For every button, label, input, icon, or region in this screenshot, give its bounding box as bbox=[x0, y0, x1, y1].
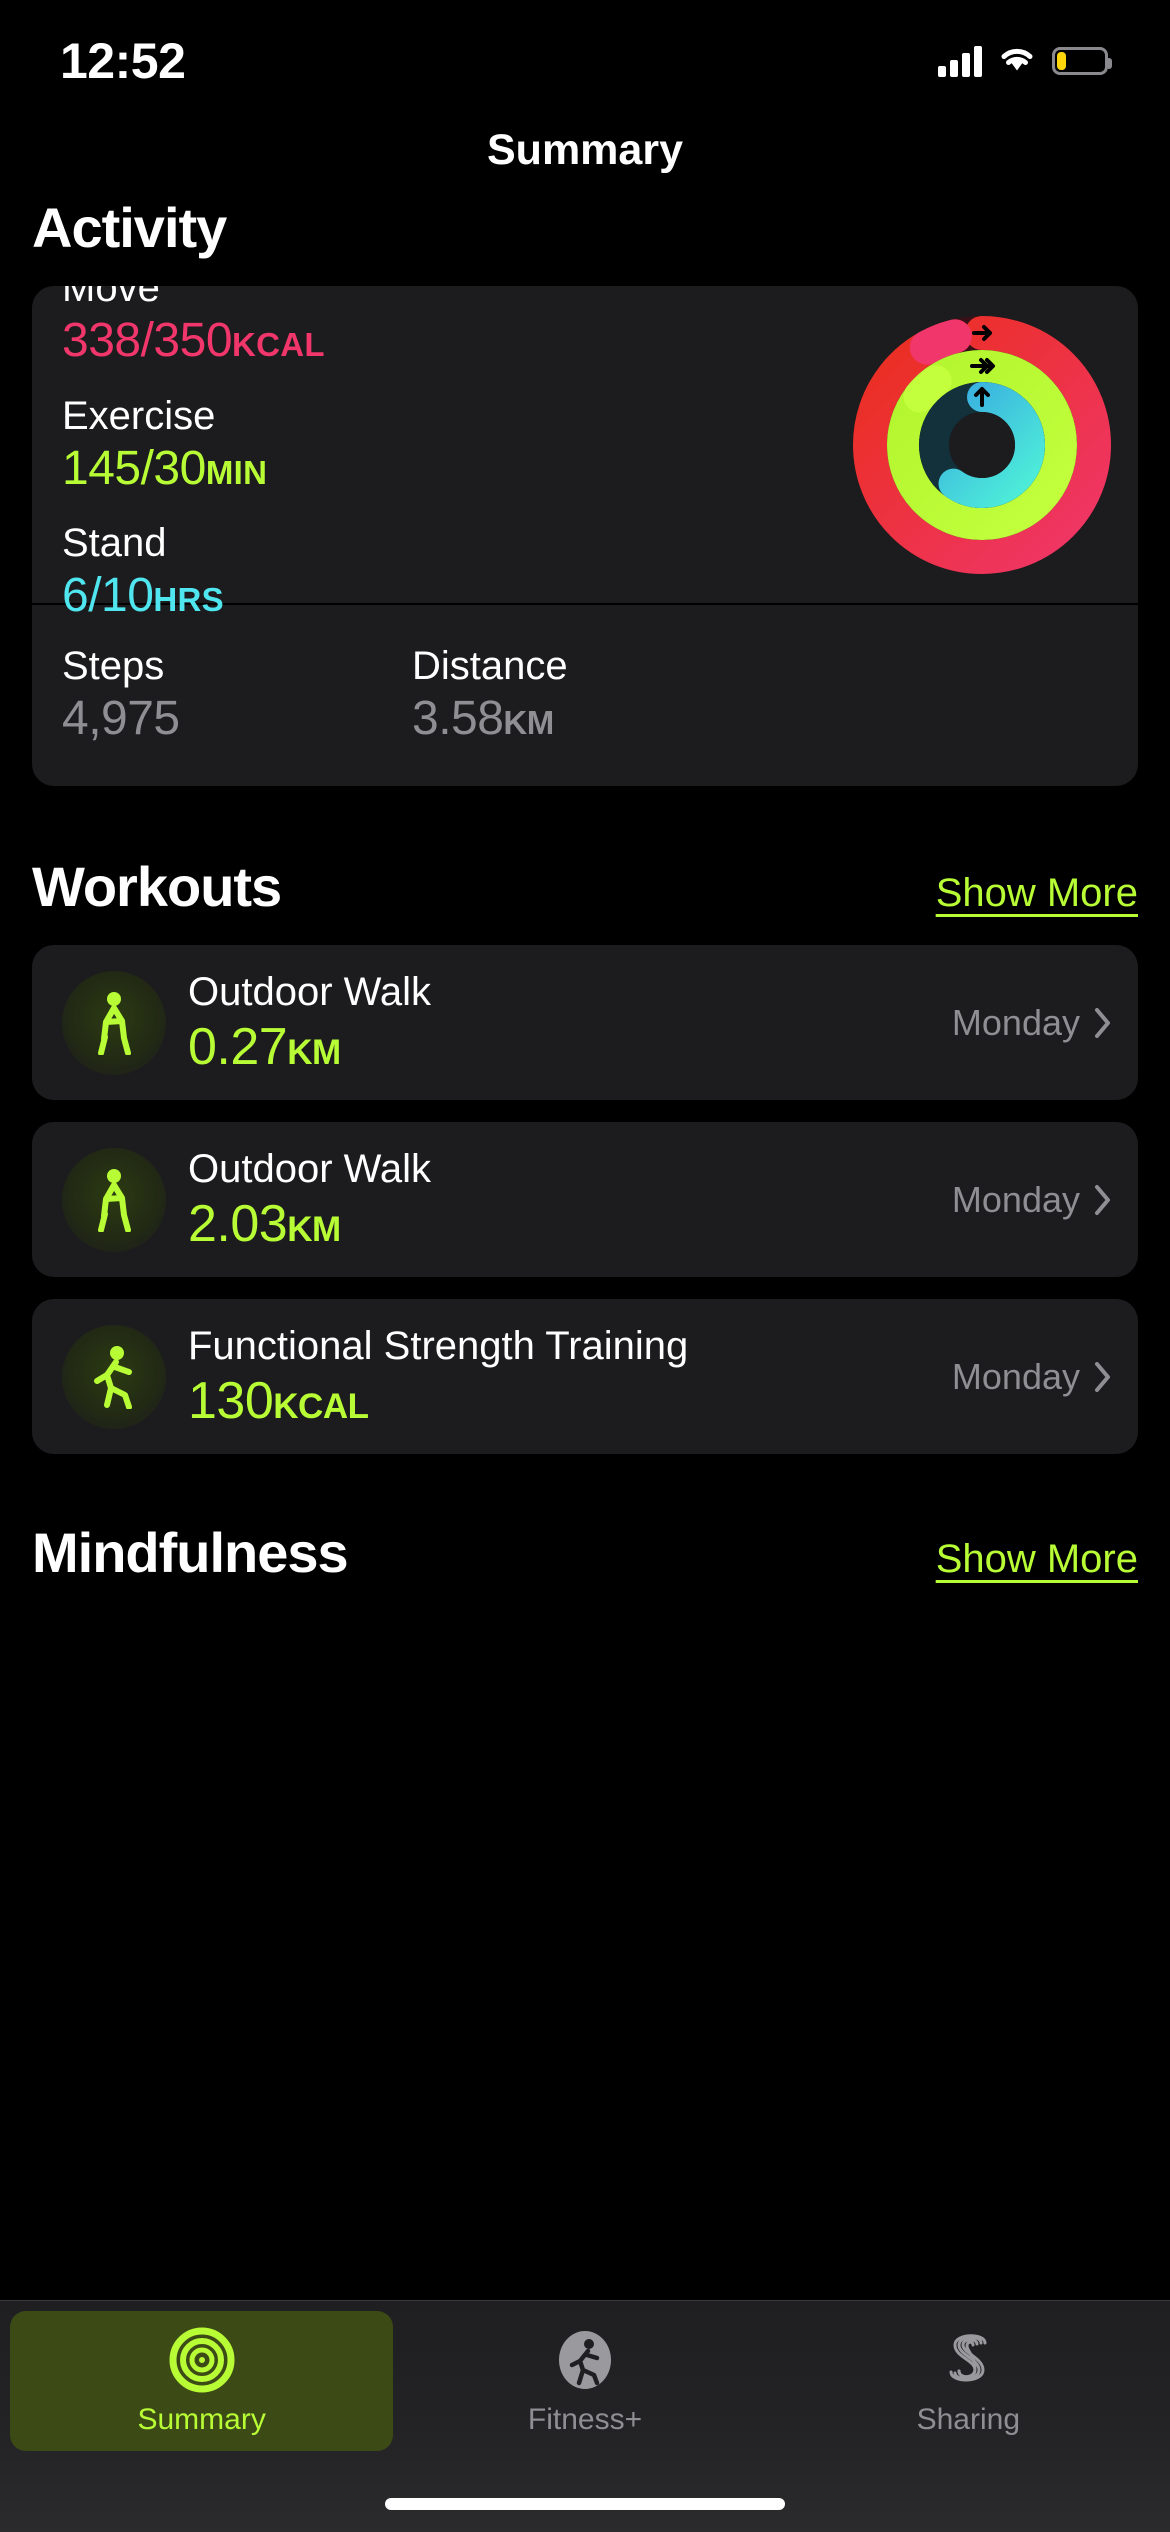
tab-sharing[interactable]: Sharing bbox=[777, 2311, 1160, 2451]
stand-label: Stand bbox=[62, 519, 325, 568]
tab-label-fitness-plus: Fitness+ bbox=[528, 2403, 642, 2437]
chevron-right-icon bbox=[1094, 1007, 1112, 1039]
distance-value: 3.58 bbox=[412, 692, 503, 745]
running-person-icon bbox=[62, 1325, 166, 1429]
workout-day: Monday bbox=[952, 1179, 1080, 1221]
workout-day: Monday bbox=[952, 1356, 1080, 1398]
workout-text: Outdoor Walk 0.27KM bbox=[188, 967, 952, 1078]
activity-title: Activity bbox=[32, 195, 226, 260]
activity-metrics: Move 338/350KCAL Exercise 145/30MIN Stan… bbox=[62, 286, 325, 625]
tab-label-sharing: Sharing bbox=[917, 2403, 1020, 2437]
workout-metric-value: 130 bbox=[188, 1372, 273, 1430]
mindfulness-title: Mindfulness bbox=[32, 1520, 348, 1585]
status-bar: 12:52 bbox=[0, 0, 1170, 105]
tab-label-summary: Summary bbox=[137, 2403, 265, 2437]
workout-text: Outdoor Walk 2.03KM bbox=[188, 1144, 952, 1255]
workout-name: Outdoor Walk bbox=[188, 1144, 952, 1194]
walking-person-icon bbox=[62, 1148, 166, 1252]
exercise-label: Exercise bbox=[62, 392, 325, 441]
workout-name: Functional Strength Training bbox=[188, 1321, 952, 1371]
stand-value-row: 6/10HRS bbox=[62, 568, 325, 625]
move-value-row: 338/350KCAL bbox=[62, 313, 325, 370]
distance-label: Distance bbox=[412, 641, 762, 691]
activity-stats-row: Steps 4,975 Distance 3.58KM bbox=[32, 605, 1138, 786]
walking-person-icon bbox=[62, 971, 166, 1075]
distance-value-row: 3.58KM bbox=[412, 691, 762, 746]
workout-metric-value: 0.27 bbox=[188, 1018, 287, 1076]
mindfulness-show-more-link[interactable]: Show More bbox=[936, 1537, 1138, 1582]
workout-metric: 2.03KM bbox=[188, 1194, 952, 1255]
workout-meta: Monday bbox=[952, 1179, 1112, 1221]
stat-distance: Distance 3.58KM bbox=[412, 641, 762, 746]
tab-fitness-plus[interactable]: Fitness+ bbox=[393, 2311, 776, 2451]
workouts-section-header: Workouts Show More bbox=[0, 854, 1170, 919]
stat-steps: Steps 4,975 bbox=[62, 641, 412, 746]
status-bar-time: 12:52 bbox=[60, 32, 185, 90]
fitness-plus-runner-icon bbox=[550, 2325, 620, 2395]
workout-day: Monday bbox=[952, 1002, 1080, 1044]
workout-row[interactable]: Outdoor Walk 2.03KM Monday bbox=[32, 1122, 1138, 1277]
workout-row[interactable]: Functional Strength Training 130KCAL Mon… bbox=[32, 1299, 1138, 1454]
sharing-s-icon bbox=[933, 2325, 1003, 2395]
exercise-value: 145/30 bbox=[62, 442, 206, 495]
move-value: 338/350 bbox=[62, 314, 232, 367]
workout-text: Functional Strength Training 130KCAL bbox=[188, 1321, 952, 1432]
metric-stand: Stand 6/10HRS bbox=[62, 519, 325, 624]
steps-value: 4,975 bbox=[62, 692, 180, 745]
workout-row[interactable]: Outdoor Walk 0.27KM Monday bbox=[32, 945, 1138, 1100]
battery-low-icon bbox=[1052, 47, 1108, 75]
workout-meta: Monday bbox=[952, 1356, 1112, 1398]
workouts-title: Workouts bbox=[32, 854, 281, 919]
distance-unit: KM bbox=[503, 704, 553, 741]
chevron-right-icon bbox=[1094, 1361, 1112, 1393]
steps-label: Steps bbox=[62, 641, 412, 691]
mindfulness-section-header: Mindfulness Show More bbox=[0, 1520, 1170, 1585]
activity-card[interactable]: Move 338/350KCAL Exercise 145/30MIN Stan… bbox=[32, 286, 1138, 786]
workout-metric: 130KCAL bbox=[188, 1371, 952, 1432]
activity-rings-icon bbox=[167, 2325, 237, 2395]
tab-bar: Summary Fitness+ Sharing bbox=[0, 2300, 1170, 2532]
scroll-content[interactable]: Activity Move 338/350KCAL Exercise 145/3… bbox=[0, 195, 1170, 2400]
workouts-show-more-link[interactable]: Show More bbox=[936, 871, 1138, 916]
exercise-unit: MIN bbox=[206, 454, 267, 491]
exercise-value-row: 145/30MIN bbox=[62, 441, 325, 498]
home-indicator bbox=[385, 2498, 785, 2510]
stand-value: 6/10 bbox=[62, 569, 153, 622]
workout-metric-unit: KM bbox=[287, 1033, 340, 1072]
metric-exercise: Exercise 145/30MIN bbox=[62, 392, 325, 497]
chevron-right-icon bbox=[1094, 1184, 1112, 1216]
workout-metric-unit: KM bbox=[287, 1210, 340, 1249]
steps-value-row: 4,975 bbox=[62, 691, 412, 746]
move-unit: KCAL bbox=[232, 326, 325, 363]
activity-rings-row: Move 338/350KCAL Exercise 145/30MIN Stan… bbox=[32, 286, 1138, 603]
workout-metric-unit: KCAL bbox=[273, 1387, 368, 1426]
tab-summary[interactable]: Summary bbox=[10, 2311, 393, 2451]
activity-section-header: Activity bbox=[0, 195, 1170, 260]
activity-rings[interactable] bbox=[850, 313, 1114, 577]
stand-unit: HRS bbox=[153, 581, 224, 618]
status-bar-indicators bbox=[938, 43, 1108, 78]
workout-name: Outdoor Walk bbox=[188, 967, 952, 1017]
move-label: Move bbox=[62, 286, 325, 313]
workout-meta: Monday bbox=[952, 1002, 1112, 1044]
metric-move: Move 338/350KCAL bbox=[62, 286, 325, 370]
cellular-bars-icon bbox=[938, 45, 982, 77]
wifi-icon bbox=[998, 43, 1036, 78]
workout-metric: 0.27KM bbox=[188, 1017, 952, 1078]
page-title: Summary bbox=[0, 105, 1170, 195]
workout-metric-value: 2.03 bbox=[188, 1195, 287, 1253]
